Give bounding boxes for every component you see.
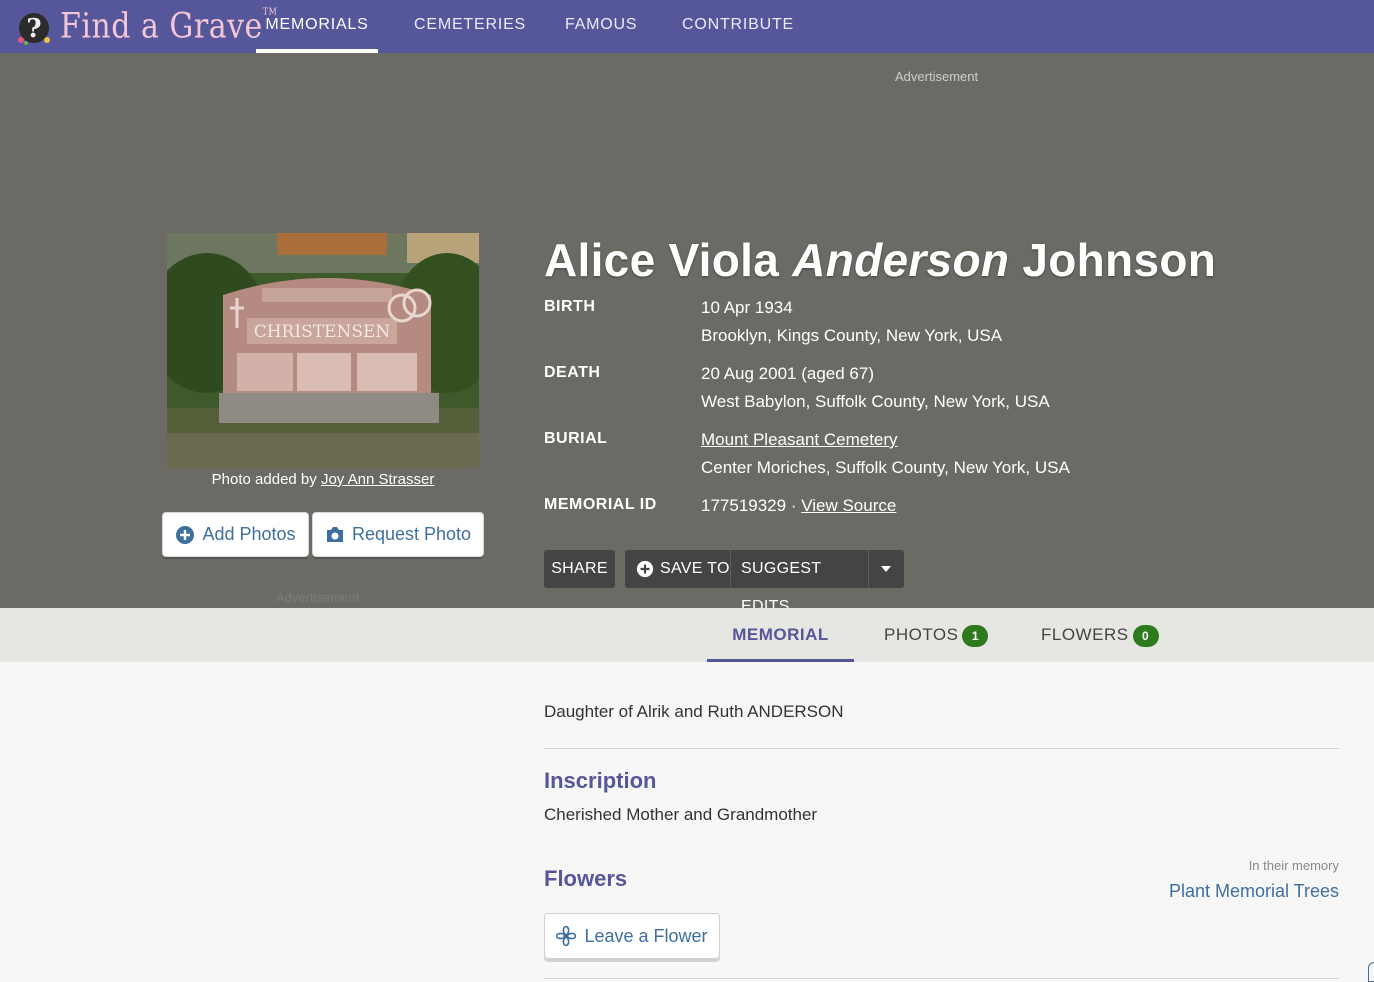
svg-text:CHRISTENSEN: CHRISTENSEN [254, 322, 391, 342]
plus-circle-icon [176, 525, 195, 544]
advertisement-label: Advertisement [895, 69, 979, 84]
birth-date: 10 Apr 1934 [701, 298, 793, 317]
photo-contributor-link[interactable]: Joy Ann Strasser [321, 471, 434, 488]
camera-icon [326, 527, 343, 542]
logo-text: Find a GraveTM [60, 5, 278, 47]
request-photo-button[interactable]: Request Photo [312, 512, 484, 557]
burial-place: Center Moriches, Suffolk County, New Yor… [701, 458, 1070, 477]
logo-icon: ? [18, 13, 50, 45]
burial-cemetery-link[interactable]: Mount Pleasant Cemetery [701, 430, 898, 449]
death-date: 20 Aug 2001 (aged 67) [701, 364, 874, 383]
memorial-header: Advertisement CHRISTENSEN Photo added by [0, 53, 1374, 615]
memorial-id-row: 177519329 · View Source [701, 496, 897, 515]
nav-memorials[interactable]: MEMORIALS [256, 0, 378, 53]
birth-place: Brooklyn, Kings County, New York, USA [701, 326, 1003, 345]
headstone-image: CHRISTENSEN [147, 233, 502, 468]
memorial-content: Daughter of Alrik and Ruth ANDERSON Insc… [0, 662, 1374, 982]
add-photos-label: Add Photos [202, 524, 296, 544]
tab-memorial[interactable]: MEMORIAL [707, 608, 854, 662]
photo-caption-prefix: Photo added by [211, 471, 321, 488]
nav-cemeteries[interactable]: CEMETERIES [414, 0, 526, 53]
burial-label: BURIAL [544, 430, 608, 447]
memorial-id-label: MEMORIAL ID [544, 496, 657, 513]
tab-photos[interactable]: PHOTOS 1 [884, 608, 989, 662]
sidebar-edge [1368, 962, 1374, 982]
flowers-heading: Flowers [544, 866, 628, 891]
bio-text: Daughter of Alrik and Ruth ANDERSON [544, 702, 844, 721]
save-to-button[interactable]: SAVE TO [625, 550, 731, 588]
inscription-heading: Inscription [544, 768, 657, 793]
advertisement-left-label: Advertisement [276, 590, 360, 605]
photos-count-badge: 1 [962, 624, 989, 647]
request-photo-label: Request Photo [351, 524, 472, 544]
nav-contribute[interactable]: CONTRIBUTE [682, 0, 794, 53]
plant-memorial-trees-link[interactable]: Plant Memorial Trees [1169, 881, 1339, 902]
memorial-name: Alice Viola Anderson Johnson [544, 234, 1217, 286]
death-label: DEATH [544, 364, 601, 381]
photo-caption: Photo added by Joy Ann Strasser [167, 471, 479, 488]
flower-icon [556, 926, 577, 946]
tab-flowers-label: FLOWERS [1041, 625, 1129, 644]
leave-a-flower-button[interactable]: Leave a Flower [544, 913, 720, 959]
birth-label: BIRTH [544, 298, 596, 315]
suggest-edits-button[interactable]: SUGGEST EDITS [731, 550, 869, 615]
divider [544, 748, 1339, 749]
find-a-grave-logo[interactable]: ? Find a GraveTM [14, 4, 277, 48]
memorial-id: 177519329 [701, 496, 787, 515]
flowers-count-badge: 0 [1132, 624, 1159, 647]
tab-flowers[interactable]: FLOWERS 0 [1041, 608, 1159, 662]
actions-group: SAVE TO SUGGEST EDITS [625, 550, 904, 615]
svg-text:?: ? [26, 14, 41, 44]
save-to-label: SAVE TO [660, 560, 730, 577]
inscription-text: Cherished Mother and Grandmother [544, 805, 818, 824]
share-button[interactable]: SHARE [544, 550, 615, 588]
plus-circle-icon [636, 560, 654, 578]
top-nav: ? Find a GraveTM MEMORIALS CEMETERIES FA… [0, 0, 1374, 53]
more-actions-dropdown[interactable] [869, 550, 903, 588]
caret-down-icon [881, 566, 891, 572]
add-photos-button[interactable]: Add Photos [162, 512, 309, 557]
tab-photos-label: PHOTOS [884, 625, 959, 644]
nav-famous[interactable]: FAMOUS [565, 0, 637, 53]
leave-a-flower-label: Leave a Flower [584, 925, 708, 946]
divider [544, 978, 1339, 979]
view-source-link[interactable]: View Source [801, 496, 896, 515]
headstone-photo[interactable]: CHRISTENSEN [147, 233, 502, 468]
death-place: West Babylon, Suffolk County, New York, … [701, 392, 1050, 411]
in-their-memory-label: In their memory [1248, 858, 1339, 873]
memorial-tabs: MEMORIAL PHOTOS 1 FLOWERS 0 [0, 608, 1374, 662]
